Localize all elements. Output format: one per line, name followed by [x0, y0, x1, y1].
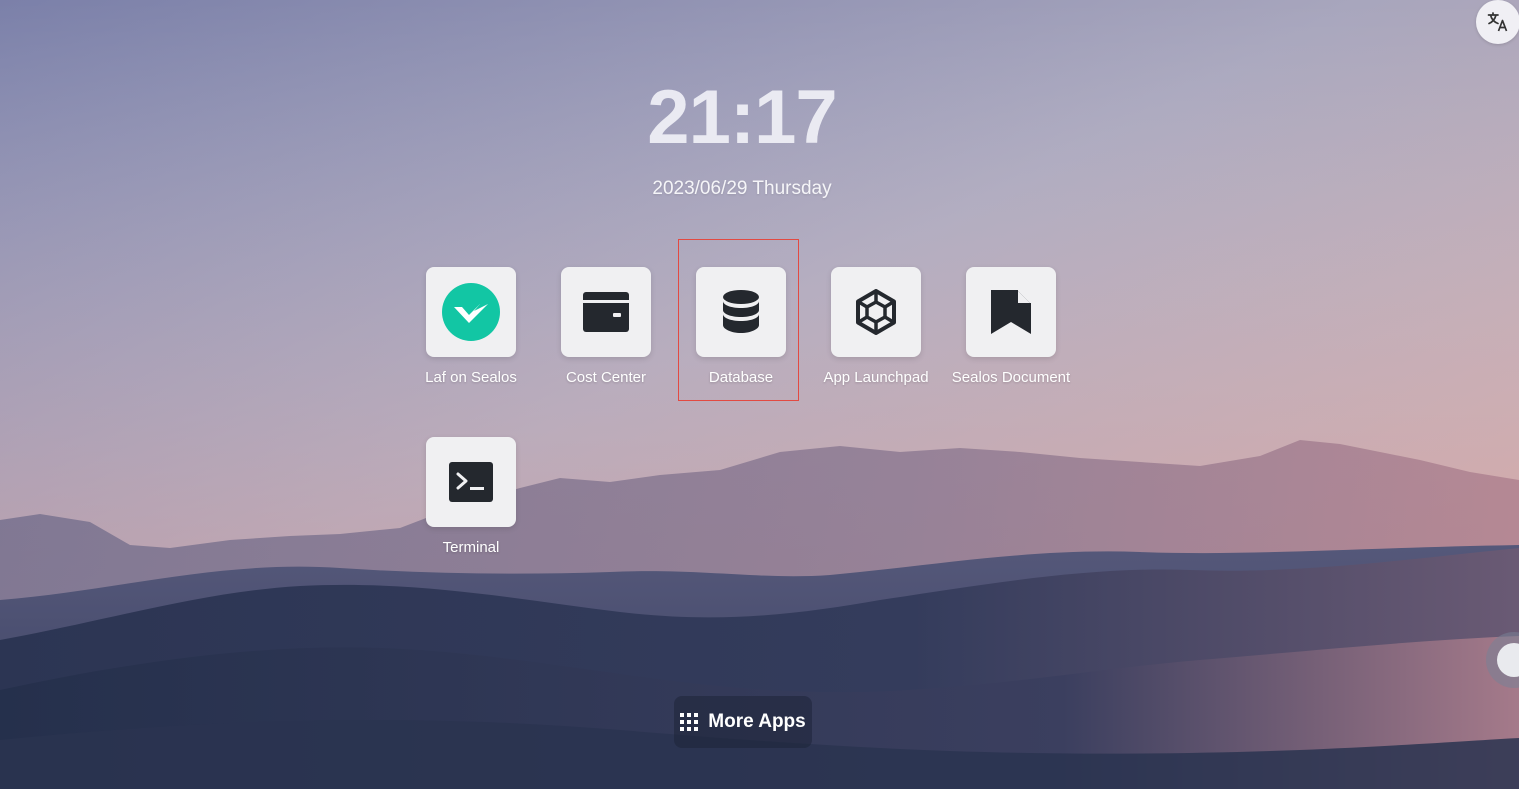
app-label: Terminal	[442, 539, 500, 556]
app-label: Laf on Sealos	[425, 369, 517, 386]
app-tile[interactable]	[966, 267, 1056, 357]
more-apps-button[interactable]: More Apps	[674, 696, 812, 748]
app-tile[interactable]	[426, 437, 516, 527]
terminal-icon	[449, 462, 493, 502]
hexagon-cube-icon	[856, 289, 896, 335]
app-tile[interactable]	[831, 267, 921, 357]
app-tile[interactable]	[426, 267, 516, 357]
app-label: Database	[708, 369, 774, 386]
app-tile[interactable]	[561, 267, 651, 357]
translate-icon	[1487, 12, 1508, 32]
app-cost-center[interactable]: Cost Center	[546, 267, 666, 388]
more-apps-label: More Apps	[708, 711, 806, 732]
app-label: App Launchpad	[823, 369, 929, 386]
app-label: Sealos Document	[951, 369, 1071, 386]
wallet-icon	[583, 292, 629, 332]
app-tile[interactable]	[696, 267, 786, 357]
app-label: Cost Center	[565, 369, 647, 386]
app-terminal[interactable]: Terminal	[411, 437, 531, 558]
language-switch-button[interactable]	[1476, 0, 1519, 44]
app-app-launchpad[interactable]: App Launchpad	[816, 267, 936, 388]
bookmark-document-icon	[991, 290, 1031, 334]
database-icon	[723, 290, 759, 333]
grid-icon	[680, 713, 699, 731]
floating-ball-icon	[1497, 643, 1519, 677]
app-database[interactable]: Database	[681, 267, 801, 388]
app-laf-on-sealos[interactable]: Laf on Sealos	[411, 267, 531, 388]
app-grid: Laf on Sealos Cost Center Database App L…	[0, 0, 1519, 789]
app-sealos-document[interactable]: Sealos Document	[951, 267, 1071, 388]
laf-logo-icon	[442, 283, 500, 341]
